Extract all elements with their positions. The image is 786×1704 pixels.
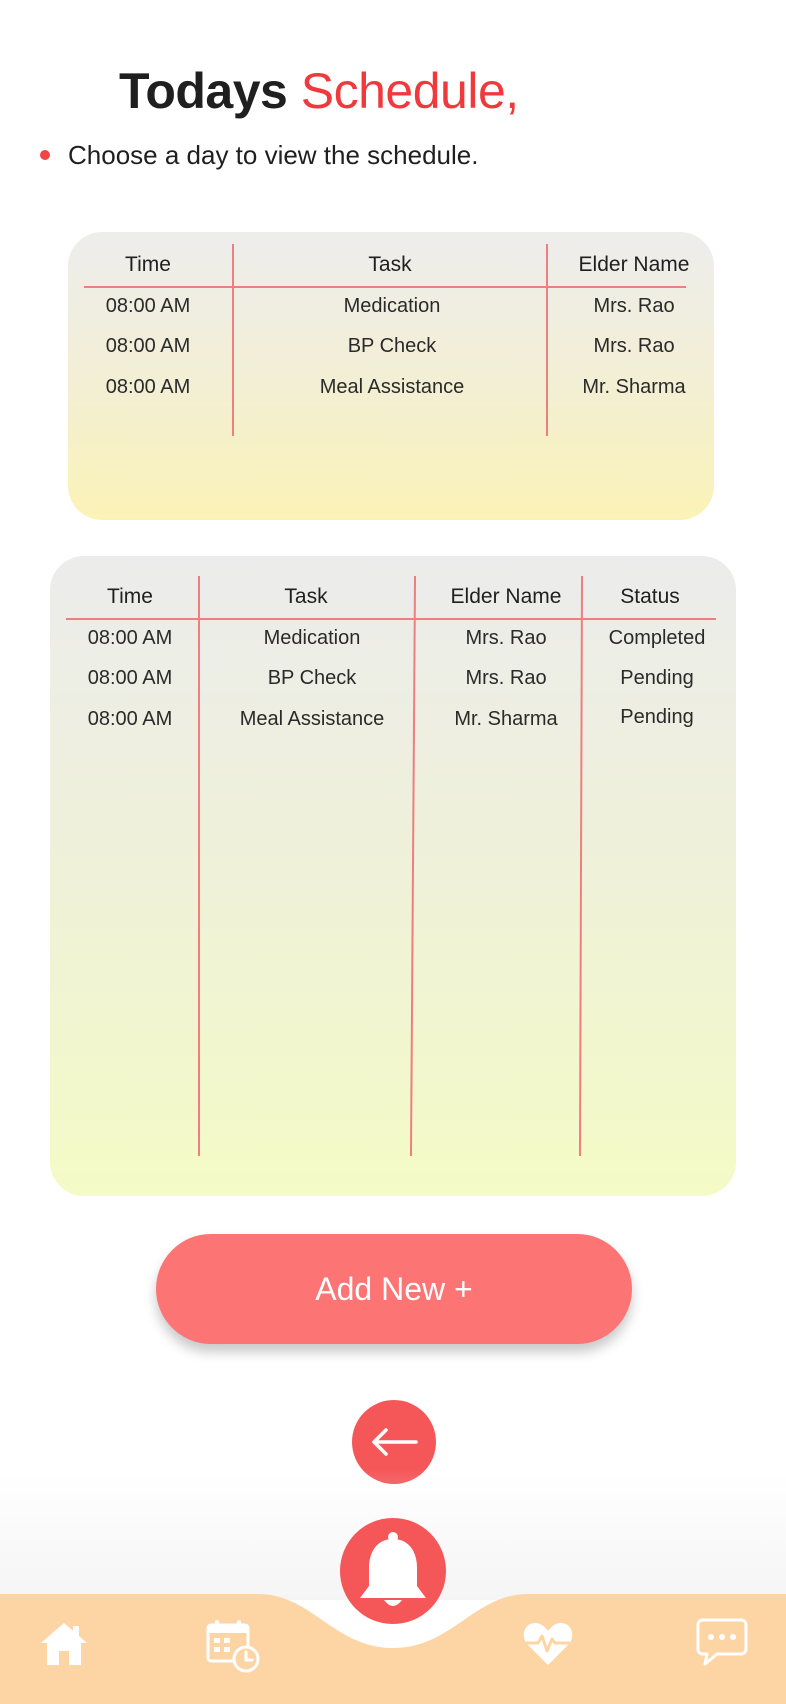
column-header-task: Task [284,585,328,608]
column-header-time: Time [125,253,171,276]
cell-elder-name: Mr. Sharma [582,376,686,398]
column-header-status: Status [620,585,680,608]
alert-button[interactable] [340,1518,446,1624]
column-divider [578,575,584,1157]
cell-status: Completed [608,627,706,649]
column-header-elder-name: Elder Name [450,585,562,608]
column-header-task: Task [368,253,412,276]
cell-elder-name: Mr. Sharma [454,708,558,730]
page-title-main: Todays [119,63,288,119]
header-divider [66,618,716,620]
page-title: Todays Schedule, [119,62,519,120]
nav-chat[interactable] [694,1616,750,1668]
cell-task: BP Check [347,335,437,357]
header-divider [84,286,686,288]
heart-pulse-icon [523,1623,573,1665]
column-divider [546,244,548,436]
cell-elder-name: Mrs. Rao [465,667,547,689]
cell-time: 08:00 AM [87,708,173,730]
cell-status: Pending [620,667,694,689]
column-divider [198,576,200,1156]
nav-schedule[interactable] [204,1618,262,1674]
cell-time: 08:00 AM [105,376,191,398]
cell-task: Meal Assistance [319,376,465,398]
calendar-clock-icon [206,1620,260,1673]
bell-icon [360,1532,426,1606]
add-new-button[interactable]: Add New + [156,1234,632,1344]
instruction: Choose a day to view the schedule. [40,140,478,171]
instruction-text: Choose a day to view the schedule. [68,140,479,170]
arrow-left-icon [372,1428,418,1456]
cell-time: 08:00 AM [105,295,191,317]
cell-elder-name: Mrs. Rao [593,335,675,357]
column-header-elder-name: Elder Name [578,253,690,276]
column-divider [409,576,417,1156]
cell-elder-name: Mrs. Rao [593,295,675,317]
cell-time: 08:00 AM [87,627,173,649]
cell-time: 08:00 AM [87,667,173,689]
column-header-time: Time [107,585,153,608]
cell-time: 08:00 AM [105,335,191,357]
cell-status: Pending [620,706,694,728]
nav-home[interactable] [38,1618,90,1670]
cell-task: Medication [343,295,441,317]
cell-elder-name: Mrs. Rao [465,627,547,649]
page-title-accent: Schedule, [300,63,519,119]
cell-task: Medication [263,627,361,649]
home-icon [41,1623,87,1665]
schedule-table-status: Time Task Elder Name Status 08:00 AM Med… [50,556,736,1196]
cell-task: Meal Assistance [239,708,385,730]
column-divider [232,244,234,436]
schedule-table-summary: Time Task Elder Name 08:00 AM Medication… [68,232,714,520]
chat-icon [696,1618,748,1666]
nav-health[interactable] [522,1618,574,1668]
cell-task: BP Check [267,667,357,689]
bullet-icon [40,149,50,160]
